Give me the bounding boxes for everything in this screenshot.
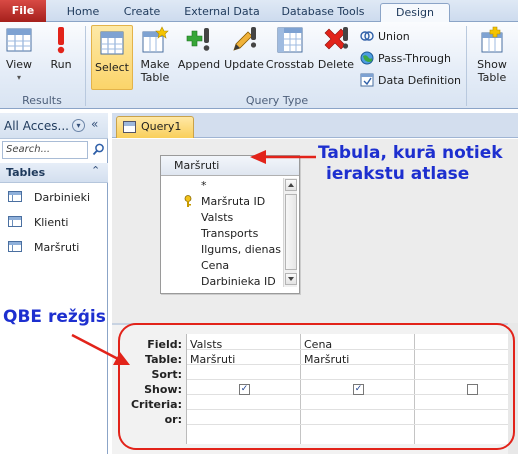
arrow-to-table-head <box>250 150 266 164</box>
arrow-to-qbe <box>71 333 121 362</box>
annotation-arrows <box>71 150 316 365</box>
